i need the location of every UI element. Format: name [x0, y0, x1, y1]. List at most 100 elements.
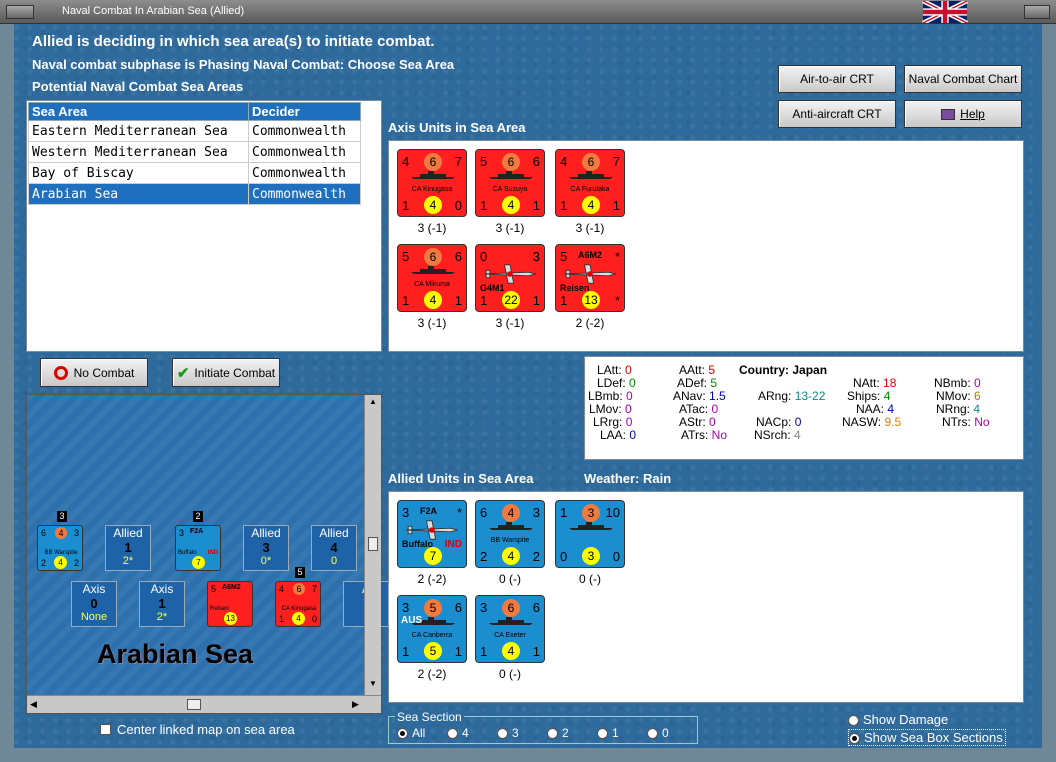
unit-counter[interactable]: 6 4 3 BB Warspite 2 4 2 — [475, 500, 545, 568]
sea-box-number: 4 — [330, 540, 338, 555]
counter-value: 2 — [41, 558, 47, 568]
sea-box[interactable]: Axis 1 2* — [139, 581, 185, 627]
mini-counter[interactable]: 5 A6M2 Reisen 13 — [207, 581, 253, 627]
sea-section-radio[interactable] — [547, 727, 558, 739]
sea-box[interactable]: Axis 0 None — [71, 581, 117, 627]
nationality-tag: AUS — [401, 615, 423, 626]
show-damage-option[interactable]: Show Damage — [848, 712, 948, 727]
unit-strength-label: 3 (-1) — [417, 221, 447, 235]
counter-value: 1 — [532, 198, 540, 213]
air-to-air-crt-button[interactable]: Air-to-air CRT — [778, 65, 896, 93]
sea-box[interactable]: Allied 4 0 — [311, 525, 357, 571]
table-row[interactable]: Western Mediterranean Sea Commonwealth — [28, 141, 361, 163]
sea-section-option[interactable]: 2 — [547, 726, 597, 740]
unit-counter[interactable]: 0 3 G4M1 1 22 1 — [475, 244, 545, 312]
show-boxes-radio[interactable] — [849, 733, 860, 745]
table-row[interactable]: Eastern Mediterranean Sea Commonwealth — [28, 120, 361, 142]
sea-section-radio[interactable] — [497, 727, 508, 739]
stat-nbmb: NBmb: 0 — [934, 376, 981, 390]
unit-counter[interactable]: 4 6 7 CA Kinugasa 1 4 0 — [397, 149, 467, 217]
map-horizontal-scrollbar[interactable]: ◀ ▶ — [27, 695, 381, 713]
sea-section-radio[interactable] — [447, 727, 458, 739]
unit-name: CA Suzuya — [492, 186, 528, 193]
warship-icon — [489, 617, 533, 625]
cell-decider: Commonwealth — [248, 183, 361, 205]
unit-name: CA Furutaka — [570, 186, 610, 193]
sea-box[interactable]: Allied 1 2* — [105, 525, 151, 571]
show-damage-radio[interactable] — [848, 715, 859, 727]
column-decider[interactable]: Decider — [248, 102, 361, 121]
counter-value: * — [456, 505, 462, 520]
sea-box[interactable]: Allied 3 0* — [243, 525, 289, 571]
close-button[interactable] — [1024, 5, 1050, 19]
nationality-tag: IND — [207, 550, 218, 556]
table-row-selected[interactable]: Arabian Sea Commonwealth — [28, 183, 361, 205]
scroll-right-icon[interactable]: ▶ — [352, 699, 359, 710]
scroll-thumb-h[interactable] — [187, 699, 201, 710]
counter-value: 1 — [560, 505, 568, 520]
unit-counter[interactable]: 3 * F2A IND Buffalo 7 — [397, 500, 467, 568]
unit-counter[interactable]: 5 6 6 CA Mikuma 1 4 1 — [397, 244, 467, 312]
stat-nmov: NMov: 6 — [936, 389, 981, 403]
table-row[interactable]: Bay of Biscay Commonwealth — [28, 162, 361, 184]
stat-atrs: ATrs: No — [681, 428, 728, 442]
sea-section-option[interactable]: 1 — [597, 726, 647, 740]
system-menu-button[interactable] — [6, 5, 34, 19]
counter-value: 5 — [480, 154, 488, 169]
counter-value: 22 — [502, 291, 520, 309]
sea-section-option[interactable]: 4 — [447, 726, 497, 740]
anti-aircraft-crt-button[interactable]: Anti-aircraft CRT — [778, 100, 896, 128]
stat-atac: ATac: 0 — [679, 402, 719, 416]
counter-value: 6 — [454, 600, 462, 615]
mini-counter[interactable]: 3 F2A Buffalo IND 7 — [175, 525, 221, 571]
show-boxes-option[interactable]: Show Sea Box Sections — [848, 729, 1006, 746]
counter-value: 2 — [73, 558, 79, 568]
stat-ships: Ships: 4 — [847, 389, 891, 403]
sea-section-radio[interactable] — [397, 727, 408, 739]
sea-section-radio[interactable] — [647, 727, 658, 739]
counter-value: 7 — [612, 154, 620, 169]
sea-section-option[interactable]: 0 — [647, 726, 697, 740]
unit-counter[interactable]: 5 6 6 CA Suzuya 1 4 1 — [475, 149, 545, 217]
unit-counter[interactable]: 4 6 7 CA Furutaka 1 4 1 — [555, 149, 625, 217]
unit-counter[interactable]: 3 6 6 CA Exeter 1 4 1 — [475, 595, 545, 663]
no-combat-label: No Combat — [73, 365, 135, 380]
unit-strength-label: 0 (-) — [579, 572, 601, 586]
counter-value: 4 — [582, 196, 600, 214]
stat-lrrg: LRrg: 0 — [593, 415, 633, 429]
counter-value: 1 — [612, 198, 620, 213]
counter-value: 4 — [502, 547, 520, 565]
counter-value: 1 — [480, 293, 488, 308]
mini-counter[interactable]: 6 4 3 BB Warspite 2 4 2 — [37, 525, 83, 571]
unit-counter[interactable]: 5 * A6M2 Reisen 1 13 * — [555, 244, 625, 312]
counter-value: 3 — [402, 505, 410, 520]
sea-area-panel: Sea Area Decider Eastern Mediterranean S… — [26, 100, 382, 352]
scroll-down-icon[interactable]: ▼ — [367, 679, 379, 691]
sea-map[interactable]: Allied 1 2* Allied 3 0* Allied 4 0 Axis 0 None Axis 1… — [26, 394, 389, 714]
counter-value: 3 — [582, 504, 600, 522]
no-combat-button[interactable]: No Combat — [40, 358, 148, 387]
initiate-combat-button[interactable]: ✔ Initiate Combat — [172, 358, 280, 387]
sea-section-option[interactable]: 3 — [497, 726, 547, 740]
unit-counter[interactable]: 1 3 10 0 3 0 — [555, 500, 625, 568]
map-vertical-scrollbar[interactable]: ▲ ▼ — [364, 395, 381, 695]
counter-value: 3 — [480, 600, 488, 615]
mini-counter[interactable]: 4 6 7 CA Kinugasa 1 4 0 — [275, 581, 321, 627]
naval-combat-chart-button[interactable]: Naval Combat Chart — [904, 65, 1022, 93]
center-map-checkbox[interactable] — [100, 724, 111, 735]
column-sea-area[interactable]: Sea Area — [28, 102, 249, 121]
unit-counter[interactable]: 3 5 6 AUS CA Canberra 1 5 1 — [397, 595, 467, 663]
scroll-left-icon[interactable]: ◀ — [30, 699, 37, 710]
sea-section-radio[interactable] — [597, 727, 608, 739]
counter-value: 6 — [293, 583, 305, 595]
sea-section-option[interactable]: All — [397, 726, 447, 740]
unit-name: BB Warspite — [490, 537, 530, 544]
unit-stats-panel: LAtt: 0 LDef: 0 LBmb: 0 LMov: 0 LRrg: 0 … — [584, 356, 1024, 460]
center-map-option[interactable]: Center linked map on sea area — [100, 722, 295, 737]
help-button[interactable]: Help — [904, 100, 1022, 128]
counter-value: 1 — [402, 644, 410, 659]
warship-icon — [411, 171, 455, 179]
scroll-up-icon[interactable]: ▲ — [367, 397, 379, 409]
scroll-thumb[interactable] — [368, 537, 378, 551]
counter-value: 5 — [560, 249, 568, 264]
